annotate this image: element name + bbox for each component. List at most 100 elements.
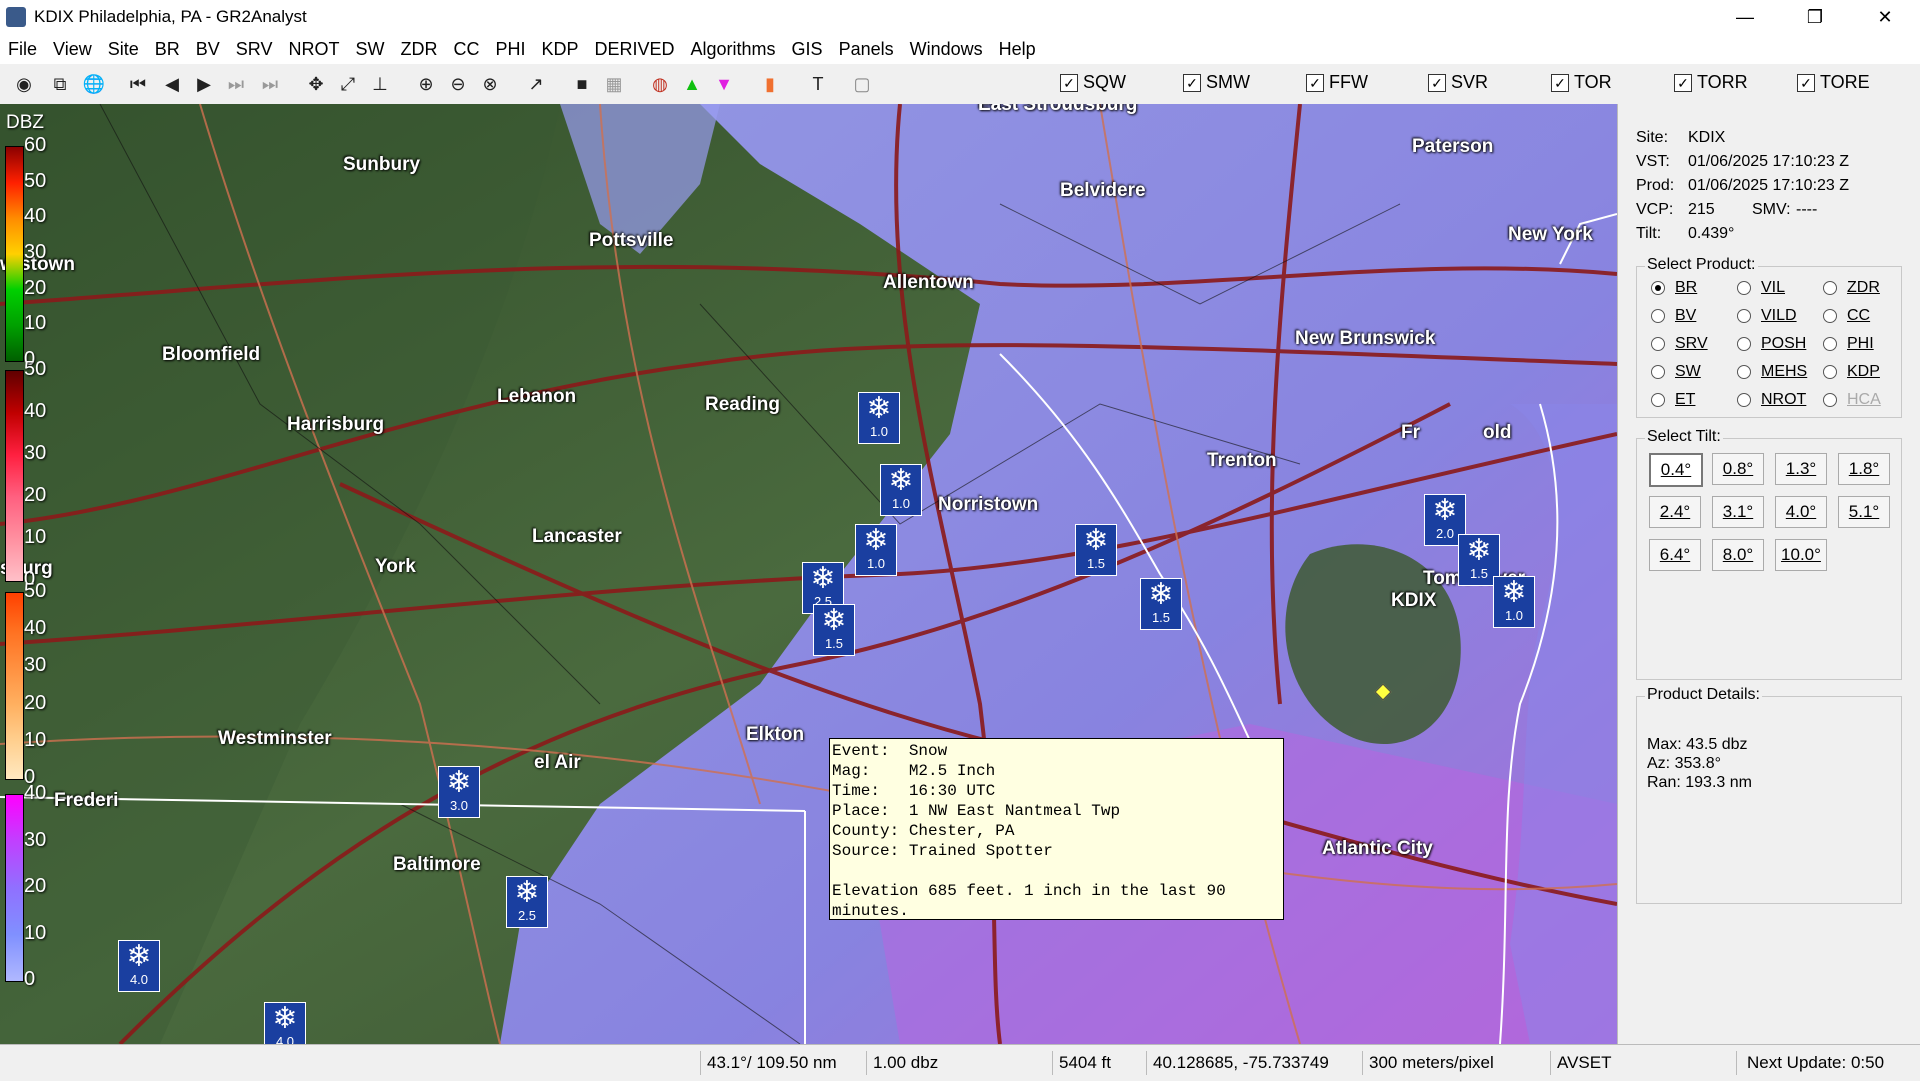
tilt-button[interactable]: 10.0° [1775, 539, 1827, 571]
triangle-up-icon[interactable]: ▲ [678, 70, 706, 98]
tilt-button[interactable]: 1.3° [1775, 453, 1827, 485]
tilt-button[interactable]: 8.0° [1712, 539, 1764, 571]
grid-icon[interactable]: ▦ [600, 70, 628, 98]
pointer-icon[interactable]: ↗ [522, 70, 550, 98]
storm-icon[interactable]: ◍ [646, 70, 674, 98]
menu-panels[interactable]: Panels [831, 39, 902, 60]
maximize-button[interactable]: ❐ [1780, 0, 1850, 34]
product-radio-kdp[interactable]: KDP [1823, 363, 1880, 381]
snow-report-icon[interactable]: ❄ 1.0 [1493, 576, 1535, 628]
warning-toggle-ffw[interactable]: ✓ FFW [1306, 72, 1368, 93]
zoom-in-icon[interactable]: ⊕ [412, 70, 440, 98]
product-radio-nrot[interactable]: NROT [1737, 391, 1806, 409]
radar-map[interactable]: Sunbury Belvidere Paterson Pottsville New Yo… [0, 104, 1617, 1044]
close-button[interactable]: ✕ [1850, 0, 1920, 34]
product-radio-br[interactable]: BR [1651, 279, 1697, 297]
product-radio-vil[interactable]: VIL [1737, 279, 1785, 297]
product-radio-sw[interactable]: SW [1651, 363, 1701, 381]
product-radio-mehs[interactable]: MEHS [1737, 363, 1807, 381]
warning-toggle-sqw[interactable]: ✓ SQW [1060, 72, 1126, 93]
product-radio-bv[interactable]: BV [1651, 307, 1696, 325]
snow-report-icon[interactable]: ❄ 3.0 [438, 766, 480, 818]
product-radio-cc[interactable]: CC [1823, 307, 1870, 325]
menu-nrot[interactable]: NROT [280, 39, 347, 60]
menu-gis[interactable]: GIS [784, 39, 831, 60]
menu-br[interactable]: BR [147, 39, 188, 60]
pan-icon[interactable]: ✥ [302, 70, 330, 98]
warning-toggle-smw[interactable]: ✓ SMW [1183, 72, 1250, 93]
city-label: Sunbury [343, 154, 421, 175]
city-label: Westminster [218, 728, 332, 749]
snow-report-icon[interactable]: ❄ 4.0 [264, 1002, 306, 1044]
tilt-button[interactable]: 0.8° [1712, 453, 1764, 485]
play-icon[interactable]: ▶ [190, 70, 218, 98]
snow-report-icon[interactable]: ❄ 1.0 [855, 524, 897, 576]
menu-file[interactable]: File [0, 39, 45, 60]
snowflake-icon: ❄ [514, 876, 540, 909]
menu-bv[interactable]: BV [188, 39, 228, 60]
globe-icon[interactable]: 🌐 [80, 70, 108, 98]
first-frame-icon[interactable]: ⏮ [124, 70, 152, 98]
zoom-reset-icon[interactable]: ⊗ [476, 70, 504, 98]
city-label: Trenton [1207, 450, 1277, 471]
snow-report-icon[interactable]: ❄ 1.0 [858, 392, 900, 444]
prev-frame-icon[interactable]: ◀ [158, 70, 186, 98]
frame-icon[interactable]: ▢ [848, 70, 876, 98]
menu-view[interactable]: View [45, 39, 100, 60]
tilt-button[interactable]: 6.4° [1649, 539, 1701, 571]
triangle-down-icon[interactable]: ▼ [710, 70, 738, 98]
legend-tick-label: 10 [24, 312, 47, 335]
globe-gray-icon[interactable]: ◉ [10, 70, 38, 98]
snow-report-icon[interactable]: ❄ 1.0 [880, 464, 922, 516]
next-frame-icon[interactable]: ⏭ [222, 70, 250, 98]
stop-icon[interactable]: ■ [568, 70, 596, 98]
menu-phi[interactable]: PHI [487, 39, 533, 60]
snow-report-icon[interactable]: ❄ 4.0 [118, 940, 160, 992]
menu-srv[interactable]: SRV [228, 39, 281, 60]
product-radio-zdr[interactable]: ZDR [1823, 279, 1880, 297]
tilt-button[interactable]: 0.4° [1649, 453, 1703, 487]
tilt-button[interactable]: 1.8° [1838, 453, 1890, 485]
product-radio-posh[interactable]: POSH [1737, 335, 1806, 353]
product-radio-srv[interactable]: SRV [1651, 335, 1708, 353]
smv-value: ---- [1796, 201, 1818, 218]
menu-cc[interactable]: CC [445, 39, 487, 60]
vst-label: VST: [1636, 153, 1670, 170]
tilt-button[interactable]: 2.4° [1649, 496, 1701, 528]
product-radio-et[interactable]: ET [1651, 391, 1695, 409]
copy-icon[interactable]: ⧉ [46, 70, 74, 98]
product-radio-vild[interactable]: VILD [1737, 307, 1797, 325]
warning-toggle-tore[interactable]: ✓ TORE [1797, 72, 1870, 93]
menu-zdr[interactable]: ZDR [392, 39, 445, 60]
last-frame-icon[interactable]: ⏭ [256, 70, 284, 98]
snow-report-icon[interactable]: ❄ 1.5 [1140, 578, 1182, 630]
menu-algorithms[interactable]: Algorithms [683, 39, 784, 60]
status-resolution: 300 meters/pixel [1362, 1051, 1551, 1075]
warning-toggle-tor[interactable]: ✓ TOR [1551, 72, 1612, 93]
menu-kdp[interactable]: KDP [533, 39, 586, 60]
radio-indicator [1823, 337, 1837, 351]
tilt-button[interactable]: 5.1° [1838, 496, 1890, 528]
tilt-button[interactable]: 4.0° [1775, 496, 1827, 528]
zoom-out-icon[interactable]: ⊖ [444, 70, 472, 98]
product-radio-phi[interactable]: PHI [1823, 335, 1874, 353]
warning-toggle-svr[interactable]: ✓ SVR [1428, 72, 1488, 93]
menu-windows[interactable]: Windows [902, 39, 991, 60]
snow-report-icon[interactable]: ❄ 1.5 [1075, 524, 1117, 576]
product-radio-label: KDP [1847, 363, 1880, 380]
menu-derived[interactable]: DERIVED [587, 39, 683, 60]
text-icon[interactable]: T [804, 70, 832, 98]
measure-icon[interactable]: ⤢ [334, 70, 362, 98]
menu-sw[interactable]: SW [347, 39, 392, 60]
crosshair-icon[interactable]: ⊥ [366, 70, 394, 98]
checkbox-checked-icon: ✓ [1428, 73, 1446, 92]
menu-help[interactable]: Help [991, 39, 1044, 60]
warning-toggle-torr[interactable]: ✓ TORR [1674, 72, 1748, 93]
snow-report-icon[interactable]: ❄ 1.5 [813, 604, 855, 656]
menu-site[interactable]: Site [100, 39, 147, 60]
snow-report-icon[interactable]: ❄ 2.5 [506, 876, 548, 928]
city-label: York [375, 556, 416, 577]
tilt-button[interactable]: 3.1° [1712, 496, 1764, 528]
minimize-button[interactable]: — [1710, 0, 1780, 34]
layer-icon[interactable]: ▮ [756, 70, 784, 98]
